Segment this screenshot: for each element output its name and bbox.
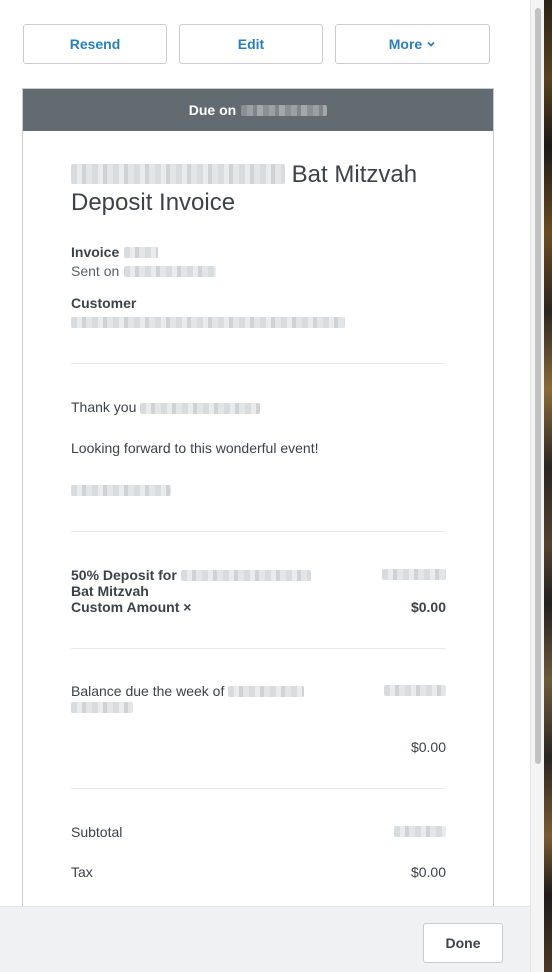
invoice-number-label: Invoice — [71, 244, 120, 260]
background-photo-edge — [544, 0, 552, 972]
edit-button[interactable]: Edit — [179, 24, 323, 64]
subtotal-label: Subtotal — [71, 824, 123, 840]
redacted-subtotal — [394, 826, 446, 837]
line-item-amount: $0.00 — [410, 599, 446, 615]
invoice-panel: Resend Edit More Due on Bat Mitzvah Depo… — [0, 0, 530, 972]
done-button[interactable]: Done — [423, 923, 503, 963]
invoice-message: Looking forward to this wonderful event! — [71, 440, 319, 456]
redacted-signature — [71, 485, 171, 496]
due-date-banner: Due on — [23, 89, 493, 131]
customer-label: Customer — [71, 295, 137, 311]
divider — [71, 648, 446, 649]
chevron-down-icon — [427, 41, 435, 47]
redacted-amount — [382, 569, 446, 580]
thank-you-text: Thank you — [71, 399, 137, 415]
scrollbar-thumb[interactable] — [535, 8, 541, 764]
tax-value: $0.00 — [410, 864, 446, 880]
footer-bar: Done — [0, 906, 530, 972]
line-item-deposit: 50% Deposit for Bat Mitzvah Custom Amoun… — [71, 567, 446, 615]
sent-on-label: Sent on — [71, 263, 120, 279]
redacted-amount — [384, 685, 446, 696]
invoice-title: Bat Mitzvah Deposit Invoice — [71, 161, 446, 217]
resend-button[interactable]: Resend — [23, 24, 167, 64]
tax-label: Tax — [71, 864, 93, 880]
resend-label: Resend — [69, 36, 121, 52]
redacted-week-continued — [71, 702, 133, 713]
due-label: Due on — [188, 102, 237, 118]
redacted-event-date — [180, 570, 311, 581]
line-item-title-line2: Bat Mitzvah — [71, 583, 149, 599]
scrollbar[interactable] — [530, 0, 544, 972]
title-line2: Deposit Invoice — [71, 189, 236, 216]
signature — [71, 483, 446, 501]
balance-amount: $0.00 — [410, 739, 446, 755]
line-item-modifier: Custom Amount × — [71, 599, 192, 615]
balance-label: Balance due the week of — [71, 683, 225, 699]
line-item-balance: Balance due the week of $0.00 — [71, 683, 446, 755]
redacted-invoice-number — [123, 247, 158, 258]
title-suffix: Bat Mitzvah — [291, 161, 418, 188]
redacted-sent-date — [123, 266, 216, 277]
line-item-title: 50% Deposit for — [71, 567, 177, 583]
customer-section: Customer — [71, 294, 446, 332]
redacted-name — [71, 164, 285, 184]
tax-row: Tax $0.00 — [71, 864, 446, 880]
toolbar: Resend Edit More — [0, 0, 530, 80]
edit-label: Edit — [237, 36, 265, 52]
redacted-week — [228, 686, 305, 697]
divider — [71, 788, 446, 789]
redacted-customer-email — [71, 317, 345, 328]
redacted-recipient — [140, 403, 261, 414]
more-label: More — [388, 36, 423, 52]
more-button[interactable]: More — [335, 24, 490, 64]
done-label: Done — [445, 935, 481, 951]
invoice-meta: Invoice Sent on — [71, 243, 446, 281]
divider — [71, 531, 446, 532]
divider — [71, 363, 446, 364]
thank-you-line: Thank you — [71, 398, 446, 416]
invoice-card: Due on Bat Mitzvah Deposit Invoice Invoi… — [22, 88, 494, 972]
subtotal-row: Subtotal — [71, 824, 446, 840]
redacted-due-date — [241, 104, 328, 116]
